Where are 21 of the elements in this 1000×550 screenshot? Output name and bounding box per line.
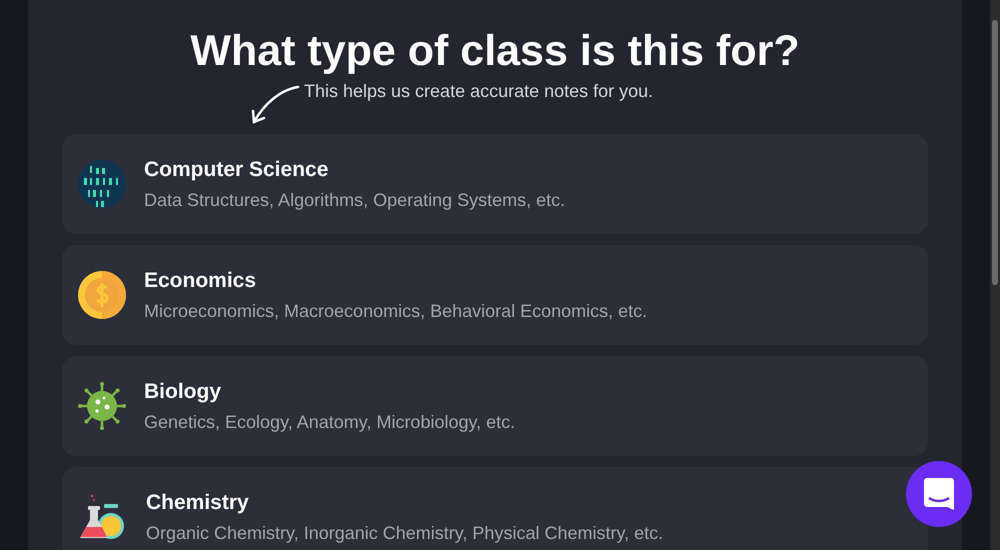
option-examples: Genetics, Ecology, Anatomy, Microbiology, etc.: [144, 412, 516, 432]
scrollbar-thumb[interactable]: [992, 20, 998, 285]
virus-icon: [78, 382, 126, 430]
option-title: Economics: [144, 268, 258, 292]
option-title: Computer Science: [144, 158, 330, 182]
option-title: Chemistry: [146, 490, 250, 514]
class-type-option[interactable]: Biology Genetics, Ecology, Anatomy, Microbiology, etc.: [62, 356, 928, 456]
coin-icon: [78, 271, 126, 319]
option-title: Biology: [144, 380, 222, 404]
option-examples: Microeconomics, Macroeconomics, Behavioral Economics, etc.: [144, 300, 648, 322]
class-type-option[interactable]: Chemistry Organic Chemistry, Inorganic Chemistry, Physical Chemistry, etc.: [62, 467, 928, 550]
chat-icon: [924, 478, 954, 510]
option-examples: Organic Chemistry, Inorganic Chemistry, Physical Chemistry, etc.: [146, 522, 664, 544]
class-type-option[interactable]: Economics Microeconomics, Macroeconomics, Behavioral Economics, etc.: [62, 245, 928, 345]
binary-code-icon: [78, 160, 126, 208]
page-heading: What type of class is this for?: [190, 26, 800, 76]
option-examples: Data Structures, Algorithms, Operating Systems, etc.: [144, 190, 566, 210]
class-type-option[interactable]: Computer Science Data Structures, Algorithms, Operating Systems, etc.: [62, 134, 928, 234]
curved-arrow-icon: [250, 84, 300, 126]
subheading: This helps us create accurate notes for you.: [304, 80, 654, 102]
scrollbar[interactable]: [990, 0, 1000, 550]
